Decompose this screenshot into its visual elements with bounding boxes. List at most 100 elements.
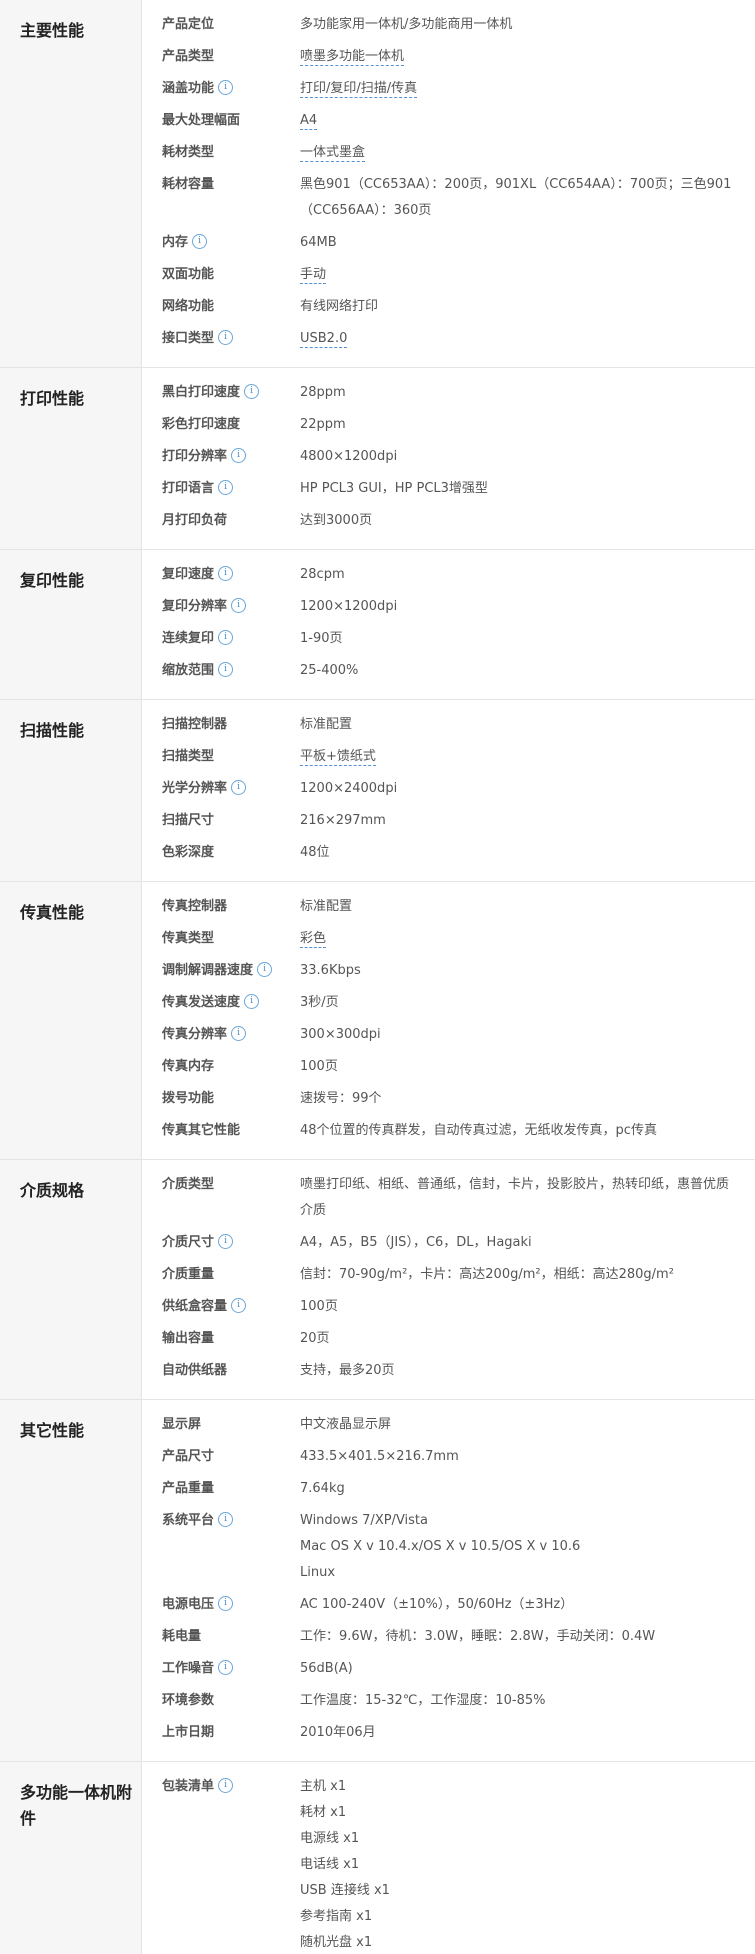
spec-section: 其它性能 显示屏 中文液晶显示屏 产品尺寸 433.5×401.5×216.7mm 产品重… [0,1400,755,1762]
spec-row: 介质尺寸 i A4，A5，B5（JIS），C6，DL，Hagaki [0,1228,755,1260]
info-icon[interactable]: i [218,1512,234,1527]
spec-value: 48位 [300,840,755,866]
spec-value-line: 多功能家用一体机/多功能商用一体机 [300,12,741,38]
spec-value: 支持，最多20页 [300,1358,755,1384]
spec-value-link[interactable]: 彩色 [300,931,327,948]
info-icon[interactable]: i [218,1596,234,1611]
spec-value-text: 电话线 x1 [300,1857,360,1872]
info-icon[interactable]: i [257,962,273,977]
spec-value-line: 433.5×401.5×216.7mm [300,1444,741,1470]
spec-value-text: 多功能家用一体机/多功能商用一体机 [300,17,513,32]
spec-row: 光学分辨率 i 1200×2400dpi [0,774,755,806]
spec-value-link[interactable]: 一体式墨盒 [300,145,366,162]
spec-value: 22ppm [300,412,755,438]
spec-label-text: 显示屏 [162,1417,202,1432]
spec-value-line: 4800×1200dpi [300,444,741,470]
spec-value: 433.5×401.5×216.7mm [300,1444,755,1470]
spec-value: 黑色901（CC653AA）：200页，901XL（CC654AA）：700页；… [300,172,755,224]
spec-row: 打印语言 i HP PCL3 GUI，HP PCL3增强型 [0,474,755,506]
spec-value-text: 28ppm [300,385,346,400]
info-icon[interactable]: i [218,1778,234,1793]
spec-value-link[interactable]: 喷墨多功能一体机 [300,49,405,66]
info-icon[interactable]: i [218,1234,234,1249]
spec-section: 传真性能 传真控制器 标准配置 传真类型 彩色 调制解调器速度 i 33.6Kbps 传真发送速… [0,882,755,1160]
spec-label: 连续复印 i [162,628,300,650]
spec-row: 传真类型 彩色 [0,924,755,956]
spec-value-line: HP PCL3 GUI，HP PCL3增强型 [300,476,741,502]
spec-label: 内存 i [162,232,300,254]
info-icon[interactable]: i [244,994,260,1009]
spec-value-text: 1200×1200dpi [300,599,398,614]
spec-value: 中文液晶显示屏 [300,1412,755,1438]
spec-row: 双面功能 手动 [0,260,755,292]
info-icon[interactable]: i [218,330,234,345]
info-icon[interactable]: i [218,630,234,645]
spec-label: 供纸盒容量 i [162,1296,300,1318]
spec-label-text: 供纸盒容量 [162,1299,228,1314]
spec-label: 产品尺寸 [162,1446,300,1468]
info-icon[interactable]: i [244,384,260,399]
spec-value-line: 3秒/页 [300,990,741,1016]
spec-value-line: 有线网络打印 [300,294,741,320]
spec-label: 传真其它性能 [162,1120,300,1142]
spec-label: 双面功能 [162,264,300,286]
spec-label-text: 介质重量 [162,1267,215,1282]
spec-value: 300×300dpi [300,1022,755,1048]
spec-row: 上市日期 2010年06月 [0,1718,755,1750]
info-icon[interactable]: i [231,1026,247,1041]
spec-value-line: 7.64kg [300,1476,741,1502]
spec-value-link[interactable]: 平板+馈纸式 [300,749,376,766]
spec-value-line: 参考指南 x1 [300,1904,741,1930]
spec-value: 喷墨打印纸、相纸、普通纸，信封，卡片，投影胶片，热转印纸，惠普优质介质 [300,1172,755,1224]
spec-value-line: A4 [300,108,741,134]
spec-value-link[interactable]: 打印/复印/扫描/传真 [300,81,418,98]
spec-label: 输出容量 [162,1328,300,1350]
spec-value-link[interactable]: 手动 [300,267,327,284]
spec-label: 耗电量 [162,1626,300,1648]
spec-value-line: 手动 [300,262,741,288]
info-icon[interactable]: i [218,1660,234,1675]
spec-section: 打印性能 黑白打印速度 i 28ppm 彩色打印速度 22ppm 打印分辨率 i 4800×12… [0,368,755,550]
section-title: 扫描性能 [20,721,85,740]
spec-value-link[interactable]: A4 [300,113,318,130]
spec-value-line: 黑色901（CC653AA）：200页，901XL（CC654AA）：700页；… [300,172,741,224]
spec-value-line: Mac OS X v 10.4.x/OS X v 10.5/OS X v 10.… [300,1534,741,1560]
spec-label: 打印语言 i [162,478,300,500]
spec-value-text: 100页 [300,1299,338,1314]
spec-value: 20页 [300,1326,755,1352]
spec-label: 黑白打印速度 i [162,382,300,404]
spec-value: 100页 [300,1054,755,1080]
spec-value-line: 25-400% [300,658,741,684]
spec-value-link[interactable]: USB2.0 [300,331,348,348]
spec-label-text: 上市日期 [162,1725,215,1740]
spec-label-text: 扫描类型 [162,749,215,764]
spec-label-text: 传真类型 [162,931,215,946]
info-icon[interactable]: i [231,1298,247,1313]
spec-label: 光学分辨率 i [162,778,300,800]
spec-value-text: AC 100-240V（±10%），50/60Hz（±3Hz） [300,1597,574,1612]
spec-value: 3秒/页 [300,990,755,1016]
spec-label: 扫描尺寸 [162,810,300,832]
info-icon[interactable]: i [218,480,234,495]
spec-value: 速拨号：99个 [300,1086,755,1112]
spec-value-text: Mac OS X v 10.4.x/OS X v 10.5/OS X v 10.… [300,1539,581,1554]
spec-value: 标准配置 [300,894,755,920]
spec-label-text: 介质类型 [162,1177,215,1192]
spec-value: 有线网络打印 [300,294,755,320]
info-icon[interactable]: i [218,566,234,581]
info-icon[interactable]: i [218,80,234,95]
info-icon[interactable]: i [231,598,247,613]
spec-value-line: 1-90页 [300,626,741,652]
spec-row: 网络功能 有线网络打印 [0,292,755,324]
info-icon[interactable]: i [231,780,247,795]
spec-row: 传真其它性能 48个位置的传真群发，自动传真过滤，无纸收发传真，pc传真 [0,1116,755,1148]
info-icon[interactable]: i [218,662,234,677]
spec-label-text: 复印分辨率 [162,599,228,614]
info-icon[interactable]: i [231,448,247,463]
spec-value-text: 1-90页 [300,631,343,646]
spec-label-text: 传真分辨率 [162,1027,228,1042]
spec-label: 介质尺寸 i [162,1232,300,1254]
info-icon[interactable]: i [192,234,208,249]
spec-value-text: Linux [300,1565,336,1580]
spec-value-text: 中文液晶显示屏 [300,1417,392,1432]
